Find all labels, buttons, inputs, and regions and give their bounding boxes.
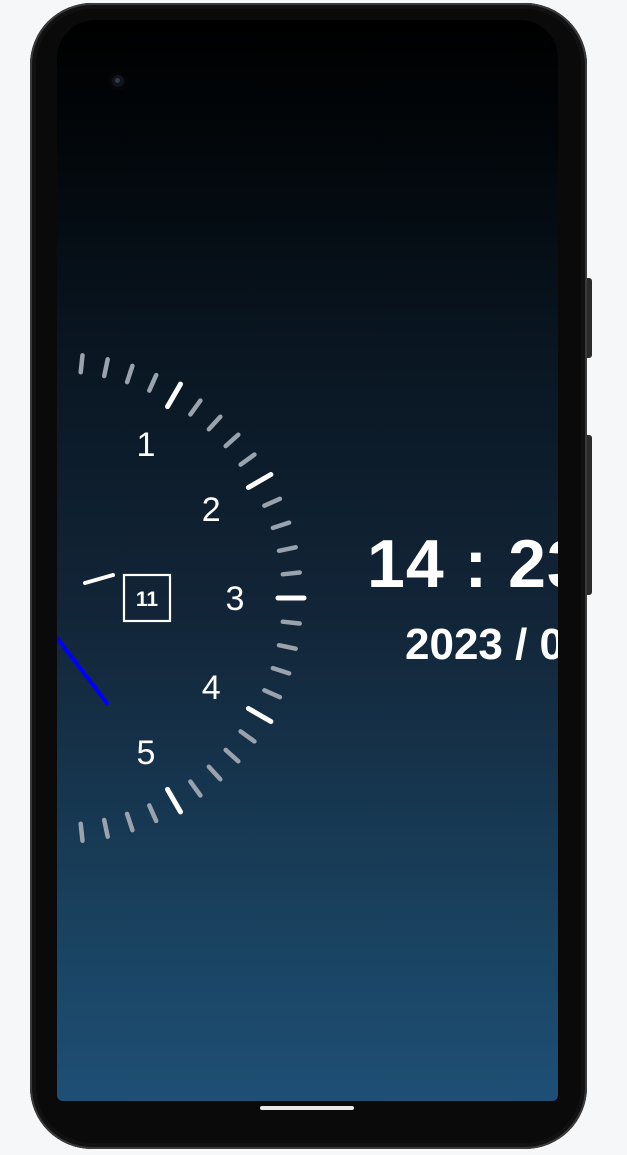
digital-date: 2023 / 04 (405, 620, 558, 669)
digital-time: 14 : 23 (367, 526, 558, 602)
power-button (587, 278, 592, 358)
digital-clock: 14 : 23 2023 / 04 (57, 20, 558, 1101)
phone-frame: 12345 11 14 : 23 2023 / 04 (30, 3, 592, 1149)
screen: 12345 11 14 : 23 2023 / 04 (57, 20, 558, 1101)
home-gesture-bar[interactable] (260, 1106, 354, 1110)
volume-button (587, 435, 592, 595)
